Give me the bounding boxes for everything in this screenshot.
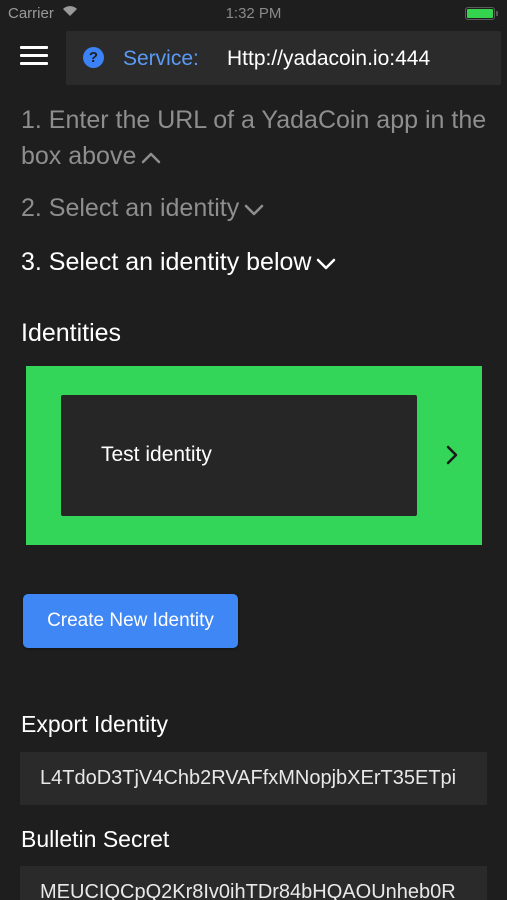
service-label: Service: [123,47,199,70]
service-url-input[interactable]: Http://yadacoin.io:444 [227,47,430,71]
step-2-text: 2. Select an identity [21,194,240,222]
service-field[interactable]: ? Service: Http://yadacoin.io:444 [66,31,501,85]
export-identity-field[interactable]: L4TdoD3TjV4Chb2RVAFfxMNopjbXErT35ETpi [20,752,487,805]
create-identity-button[interactable]: Create New Identity [23,594,238,648]
battery-level-fill [467,9,493,18]
status-bar: Carrier 1:32 PM [0,0,507,28]
identity-item-label: Test identity [101,443,212,466]
chevron-down-icon [315,245,337,281]
hamburger-menu-icon[interactable] [20,46,48,68]
toolbar: ? Service: Http://yadacoin.io:444 [0,28,507,88]
export-identity-value: L4TdoD3TjV4Chb2RVAFfxMNopjbXErT35ETpi [40,767,457,789]
identities-title: Identities [21,319,122,347]
status-time: 1:32 PM [225,5,282,22]
chevron-down-icon [243,191,265,227]
export-identity-label: Export Identity [21,711,169,737]
battery-icon [465,7,498,20]
identity-item[interactable]: Test identity [61,395,417,516]
bulletin-secret-value: MEUCIQCpQ2Kr8Iv0ihTDr84bHQAOUnheb0R [40,881,456,900]
bulletin-secret-label: Bulletin Secret [21,826,170,852]
step-1[interactable]: 1. Enter the URL of a YadaCoin app in th… [21,102,491,175]
step-3[interactable]: 3. Select an identity below [21,244,337,281]
bulletin-secret-field[interactable]: MEUCIQCpQ2Kr8Iv0ihTDr84bHQAOUnheb0R [20,866,487,900]
step-2[interactable]: 2. Select an identity [21,190,265,227]
chevron-up-icon [140,139,162,175]
identity-list: Test identity [26,366,482,545]
step-1-text: 1. Enter the URL of a YadaCoin app in th… [21,106,487,170]
step-3-text: 3. Select an identity below [21,248,312,276]
help-circle-icon[interactable]: ? [83,47,104,68]
chevron-right-icon[interactable] [445,445,459,470]
